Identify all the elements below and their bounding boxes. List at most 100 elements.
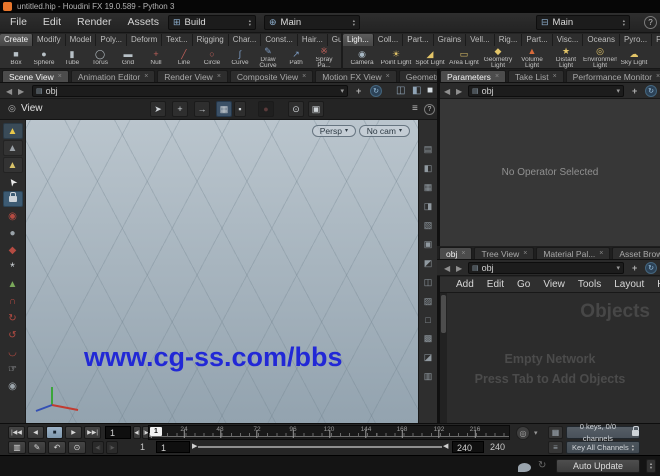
shelf-tab-constraints[interactable]: Const... [261,34,298,46]
parameters-path-field[interactable]: ▤ obj ▾ [468,85,624,97]
split-pane-icon[interactable]: ◧ [412,85,421,96]
chevron-down-icon[interactable]: ▾ [340,87,347,95]
menu-file[interactable]: File [2,13,35,32]
close-icon[interactable]: × [144,73,148,80]
spinner-icon[interactable]: ▴ ▾ [249,18,251,27]
pin-icon[interactable]: + [632,263,637,273]
next-key-button[interactable]: |▶ [106,441,118,454]
handles-tool-icon[interactable]: + [172,101,188,117]
close-icon[interactable]: × [461,250,465,257]
shelf-tool-spot-light[interactable]: ◢ Spot Light [413,49,447,67]
close-icon[interactable]: × [553,73,557,80]
stop-button[interactable]: ■ [46,426,63,439]
view-tool-label[interactable]: View [21,103,43,114]
play-button[interactable]: ▶ [65,426,82,439]
playback-loop-button[interactable]: ↶ [48,441,66,454]
secure-selection-lock-icon[interactable] [2,191,23,207]
shelf-tab-pyro[interactable]: Pyro... [619,34,653,46]
pane-tab-scene-view[interactable]: Scene View × [2,70,69,82]
edit-keys-button[interactable]: ✎ [28,441,46,454]
sphere-view-icon[interactable]: ◉ [3,378,23,394]
net-menu-edit[interactable]: Edit [487,279,504,290]
pane-tab-tree-view[interactable]: Tree View × [474,247,535,259]
viewport-canvas[interactable]: Persp ▾ No cam ▾ www.cg-ss.com/bbs [26,120,418,423]
close-icon[interactable]: × [599,250,603,257]
shelf-tab-vellum[interactable]: Vell... [466,34,495,46]
shelf-tool-curve[interactable]: ∫ Curve [226,49,254,67]
display-toggle-icon-9[interactable]: ▨ [424,296,433,307]
forward-icon[interactable]: ▶ [456,87,462,96]
shelf-tab-hair[interactable]: Hair... [297,34,328,46]
realtime-toggle-button[interactable]: ⊙ [68,441,86,454]
linked-pane-icon[interactable]: ◫ [396,85,405,96]
back-icon[interactable]: ◀ [444,87,450,96]
forward-icon[interactable]: ▶ [18,87,24,96]
scene-path-field[interactable]: ▤ obj ▾ [32,85,348,97]
hand-tool-icon[interactable]: ☞ [3,361,23,377]
network-path-field[interactable]: ▤ obj ▾ [468,262,624,274]
keyframe-options-icon[interactable]: ▦ [548,426,563,439]
step-back-button[interactable]: ◀| [133,426,141,439]
shelf-tool-area-light[interactable]: ▭ Area Light [447,49,481,67]
timeline-ruler[interactable]: 24 48 72 96 120 144 168 192 216 1 [148,425,510,440]
menu-edit[interactable]: Edit [35,13,69,32]
close-icon[interactable]: × [523,250,527,257]
camera-lock-icon[interactable]: ▣ [308,101,324,117]
spinner-icon[interactable]: ▴ ▾ [623,18,625,27]
update-mode-selector[interactable]: Auto Update [556,459,640,473]
display-toggle-icon-2[interactable]: ◧ [424,163,433,174]
pin-icon[interactable]: + [356,86,361,96]
arc-icon[interactable]: ◡ [3,344,23,360]
projection-selector[interactable]: Persp ▾ [311,125,356,137]
sync-icon[interactable]: ↻ [370,85,382,97]
pane-tab-material-palette[interactable]: Material Pal... × [536,247,611,259]
net-menu-add[interactable]: Add [456,279,474,290]
normals-icon[interactable]: ▲ [3,276,23,292]
main-take-selector[interactable]: ⊕ Main ▴ ▾ [264,15,360,30]
shelf-tool-spray-paint[interactable]: ※ Spray Pa... [310,46,338,70]
shelf-tab-modify[interactable]: Modify [33,34,66,46]
tool-state-icon-1[interactable]: ▲ [2,123,23,139]
display-toggle-icon-4[interactable]: ◨ [424,201,433,212]
shelf-tool-null[interactable]: + Null [142,49,170,67]
pane-tab-render-view[interactable]: Render View × [157,70,228,82]
forward-icon[interactable]: ▶ [456,264,462,273]
network-editor-body[interactable]: Objects Empty Network Press Tab to Add O… [440,293,660,423]
pane-tab-network-view[interactable]: obj × [439,247,473,259]
go-to-start-button[interactable]: |◀◀ [8,426,25,439]
net-menu-view[interactable]: View [543,279,565,290]
cook-refresh-icon[interactable]: ↻ [538,460,546,471]
arc-handle-icon[interactable]: ∩ [3,293,23,309]
key-menu-icon[interactable]: ▾ [534,429,538,437]
close-icon[interactable]: × [495,73,499,80]
menu-assets[interactable]: Assets [119,13,167,32]
rotate-ccw-icon[interactable]: ↺ [3,327,23,343]
chevron-down-icon[interactable]: ▾ [616,87,623,95]
desktop-main-selector[interactable]: ⊟ Main ▴ ▾ [536,15,630,30]
range-start-field[interactable]: 1 [156,441,190,453]
shelf-tab-oceans[interactable]: Oceans [583,34,620,46]
shelf-tool-environment-light[interactable]: ◎ Environment Light [583,46,617,70]
net-menu-go[interactable]: Go [517,279,530,290]
shelf-tool-point-light[interactable]: ☀ Point Light [379,49,413,67]
shelf-tool-tube[interactable]: ▮ Tube [58,49,86,67]
playhead-flag[interactable]: 1 [150,427,162,436]
sync-icon[interactable]: ↻ [645,262,657,274]
shelf-tab-texture[interactable]: Text... [162,34,193,46]
prev-key-button[interactable]: ◀| [92,441,104,454]
current-frame-field[interactable]: 1 [105,426,131,439]
play-reverse-button[interactable]: ◀ [27,426,44,439]
shelf-tab-model[interactable]: Model [65,34,97,46]
scale-tool-icon[interactable]: ◆ [3,242,23,258]
rotate-handle-icon[interactable]: ● [3,225,23,241]
playback-range-slider[interactable] [198,446,442,448]
shelf-tool-geometry-light[interactable]: ◆ Geometry Light [481,46,515,70]
close-icon[interactable]: × [656,73,660,80]
key-mode-selector[interactable]: Key All Channels ▴ ▾ [566,441,640,454]
snap-mode-icon[interactable]: ▦ [216,101,232,117]
shelf-tool-box[interactable]: ■ Box [2,49,30,67]
pane-tab-take-list[interactable]: Take List × [508,70,564,82]
floating-panel-icon[interactable]: ■ [427,85,433,96]
shelf-tab-deform[interactable]: Deform [127,34,163,46]
shelf-tab-rigging[interactable]: Rigging [192,34,229,46]
